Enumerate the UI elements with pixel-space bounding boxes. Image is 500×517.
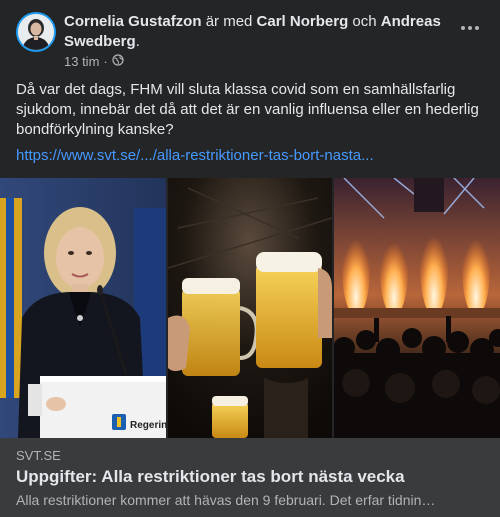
- author-name[interactable]: Cornelia Gustafzon: [64, 13, 202, 30]
- post-author-line: Cornelia Gustafzon är med Carl Norberg o…: [64, 12, 456, 52]
- photo-speaker: Regerin: [0, 178, 166, 438]
- photo-beer: [168, 178, 332, 438]
- post-url-link[interactable]: https://www.svt.se/.../alla-restriktione…: [16, 146, 486, 166]
- link-description: Alla restriktioner kommer att hävas den …: [16, 492, 436, 508]
- meta-separator: ·: [103, 54, 108, 69]
- post-text: Då var det dags, FHM vill sluta klassa c…: [16, 81, 479, 138]
- link-preview-image[interactable]: Regerin: [0, 178, 500, 438]
- link-headline[interactable]: Uppgifter: Alla restriktioner tas bort n…: [16, 466, 405, 488]
- with-text: är med: [205, 13, 253, 30]
- globe-icon: [112, 54, 124, 70]
- link-domain: SVT.SE: [16, 448, 61, 463]
- post-header: Cornelia Gustafzon är med Carl Norberg o…: [16, 12, 484, 72]
- post-meta: 13 tim ·: [64, 54, 124, 70]
- post-card: Cornelia Gustafzon är med Carl Norberg o…: [0, 0, 500, 517]
- post-time[interactable]: 13 tim: [64, 54, 99, 70]
- link-preview-info[interactable]: SVT.SE Uppgifter: Alla restriktioner tas…: [0, 438, 500, 517]
- tagged-user-1[interactable]: Carl Norberg: [257, 13, 349, 30]
- name-period: .: [135, 33, 140, 50]
- more-options-icon[interactable]: [456, 18, 484, 38]
- podium-label: Regerin: [130, 420, 166, 431]
- avatar-photo: [18, 14, 54, 50]
- avatar[interactable]: [16, 12, 56, 52]
- photo-concert: [334, 178, 500, 438]
- and-text: och: [352, 13, 377, 30]
